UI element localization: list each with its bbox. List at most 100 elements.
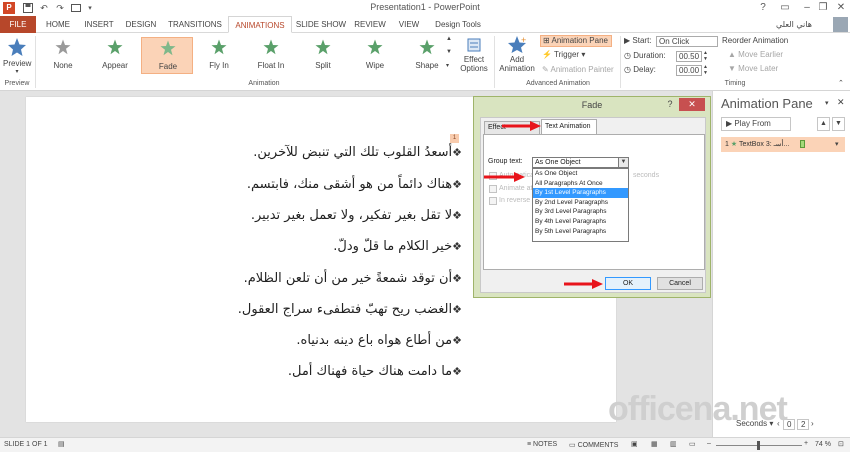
bullet-line[interactable]: ❖أسعدُ القلوب تلك التي تنبض للآخرين. — [182, 145, 462, 160]
zoom-thumb[interactable] — [757, 441, 760, 450]
window-title: Presentation1 - PowerPoint — [370, 2, 480, 12]
anim-fade[interactable]: Fade — [141, 37, 193, 74]
delay-field[interactable]: 00.00 — [676, 65, 702, 76]
tab-slide-show[interactable]: SLIDE SHOW — [294, 16, 348, 33]
tab-transitions[interactable]: TRANSITIONS — [164, 16, 226, 33]
bullet-line[interactable]: ❖الغضب ريح تهبّ فتطفىء سراج العقول. — [182, 302, 462, 317]
reverse-order-checkbox[interactable] — [489, 197, 497, 205]
wipe-star-icon — [367, 39, 383, 55]
timeline-next-icon[interactable]: › — [811, 419, 814, 428]
anim-appear[interactable]: Appear — [89, 37, 141, 74]
anim-none[interactable]: None — [37, 37, 89, 74]
move-earlier-icon: ▲ — [728, 50, 736, 59]
float-in-star-icon — [263, 39, 279, 55]
move-earlier-button[interactable]: ▲ Move Earlier — [728, 50, 783, 59]
avatar[interactable] — [833, 17, 848, 32]
dialog-close-button[interactable]: ✕ — [679, 98, 705, 111]
zoom-level[interactable]: 74 % — [815, 441, 831, 448]
fit-slide-icon[interactable]: ⊡ — [838, 440, 844, 448]
tab-view[interactable]: VIEW — [392, 16, 426, 33]
start-select[interactable]: On Click — [656, 36, 718, 47]
duration-icon: ◷ — [624, 51, 631, 60]
zoom-in-icon[interactable]: + — [804, 440, 808, 447]
anim-float-in[interactable]: Float In — [245, 37, 297, 74]
option-2nd-level[interactable]: By 2nd Level Paragraphs — [533, 198, 628, 208]
anim-wipe[interactable]: Wipe — [349, 37, 401, 74]
animations-gallery: None Appear Fade Fly In Float In Split W… — [36, 33, 456, 79]
timing-bar — [800, 140, 805, 148]
reorder-label: Reorder Animation — [722, 36, 789, 45]
preview-button[interactable]: Preview ▾ — [3, 35, 31, 79]
move-up-icon[interactable]: ▲ — [817, 117, 830, 131]
bullet-line[interactable]: ❖خير الكلام ما قلّ ودلّ. — [182, 239, 462, 254]
delay-icon: ◷ — [624, 65, 631, 74]
gallery-scroll-up-icon[interactable]: ▲ — [446, 36, 452, 42]
normal-view-icon[interactable]: ▣ — [631, 440, 638, 448]
pane-dropdown-icon[interactable]: ▾ — [825, 99, 829, 107]
tab-home[interactable]: HOME — [38, 16, 78, 33]
anim-fly-in[interactable]: Fly In — [193, 37, 245, 74]
bullet-line[interactable]: ❖من أطاع هواه باع دينه بدنياه. — [182, 333, 462, 348]
user-name[interactable]: هاني العلي — [776, 20, 812, 29]
bullet-line[interactable]: ❖أن توقد شمعةً خير من أن تلعن الظلام. — [182, 271, 462, 286]
group-text-dropdown-icon[interactable]: ▼ — [618, 157, 629, 168]
comments-button[interactable]: ▭ COMMENTS — [569, 441, 618, 449]
slide-counter[interactable]: SLIDE 1 OF 1 — [4, 441, 48, 448]
dialog-body: Effect Text Animation Group text: Automa… — [480, 117, 706, 293]
effect-options-button[interactable]: Effect Options — [458, 35, 490, 79]
tab-design-tools[interactable]: Design Tools — [430, 16, 486, 33]
fade-star-icon — [160, 40, 176, 56]
group-text-select[interactable]: As One Object — [532, 157, 629, 168]
delay-spin-icon[interactable]: ▲ ▼ — [703, 64, 708, 76]
ribbon-tabs: FILE HOME INSERT DESIGN TRANSITIONS ANIM… — [0, 16, 850, 33]
animation-pane-button[interactable]: ⊞ Animation Pane — [540, 35, 612, 47]
spellcheck-icon[interactable]: ▤ — [58, 440, 65, 448]
option-5th-level[interactable]: By 5th Level Paragraphs — [533, 227, 628, 237]
dialog-help-button[interactable]: ? — [664, 98, 676, 111]
none-star-icon — [55, 39, 71, 55]
play-from-button[interactable]: ▶ Play From — [721, 117, 791, 131]
option-3rd-level[interactable]: By 3rd Level Paragraphs — [533, 207, 628, 217]
watermark: officena.net — [608, 390, 788, 428]
animation-list-item[interactable]: 1 ★ TextBox 3: أسـ... — [721, 137, 845, 152]
anim-split[interactable]: Split — [297, 37, 349, 74]
slideshow-view-icon[interactable]: ▭ — [689, 440, 696, 448]
bullet-line[interactable]: ❖لا تقل بغير تفكير، ولا تعمل بغير تدبير. — [182, 208, 462, 223]
bullet-line[interactable]: ❖ما دامت هناك حياة فهناك أمل. — [182, 364, 462, 379]
tab-animations[interactable]: ANIMATIONS — [228, 16, 292, 33]
tab-design[interactable]: DESIGN — [120, 16, 162, 33]
duration-spin-icon[interactable]: ▲ ▼ — [703, 50, 708, 62]
reading-view-icon[interactable]: ▥ — [670, 440, 677, 448]
option-1st-level[interactable]: By 1st Level Paragraphs — [533, 188, 628, 198]
animation-painter-button[interactable]: ✎ Animation Painter — [542, 65, 614, 74]
pane-close-icon[interactable]: ✕ — [837, 97, 845, 108]
help-icon[interactable]: ? — [752, 0, 774, 16]
trigger-button[interactable]: ⚡ Trigger ▾ — [542, 50, 585, 59]
ribbon-display-icon[interactable]: ▭ — [774, 0, 796, 16]
tab-text-animation[interactable]: Text Animation — [541, 119, 597, 134]
duration-field[interactable]: 00.50 — [676, 51, 702, 62]
cancel-button[interactable]: Cancel — [657, 277, 703, 290]
option-4th-level[interactable]: By 4th Level Paragraphs — [533, 217, 628, 227]
option-as-one-object[interactable]: As One Object — [533, 169, 628, 179]
tab-review[interactable]: REVIEW — [350, 16, 390, 33]
tab-file[interactable]: FILE — [0, 16, 36, 33]
bullet-line[interactable]: ❖هناك دائماً من هو أشقى منك، فابتسم. — [182, 177, 462, 192]
gallery-more-icon[interactable]: ▾ — [446, 62, 449, 69]
attached-shape-checkbox[interactable] — [489, 185, 497, 193]
item-dropdown-icon[interactable]: ▾ — [835, 140, 839, 148]
arrow-to-ok-icon — [564, 279, 603, 289]
animation-number-tag[interactable]: 1 — [450, 134, 459, 143]
notes-button[interactable]: ≡ NOTES — [527, 441, 557, 448]
move-down-icon[interactable]: ▼ — [832, 117, 845, 131]
add-animation-button[interactable]: + Add Animation — [497, 35, 537, 79]
ok-button[interactable]: OK — [605, 277, 651, 290]
option-all-paragraphs[interactable]: All Paragraphs At Once — [533, 179, 628, 189]
move-later-button[interactable]: ▼ Move Later — [728, 64, 778, 73]
slide-sorter-icon[interactable]: ▦ — [651, 440, 658, 448]
tab-insert[interactable]: INSERT — [80, 16, 118, 33]
close-window-button[interactable]: ✕ — [830, 0, 850, 16]
collapse-ribbon-icon[interactable]: ⌃ — [838, 79, 844, 87]
gallery-scroll-down-icon[interactable]: ▼ — [446, 49, 452, 55]
zoom-out-icon[interactable]: – — [707, 440, 711, 447]
